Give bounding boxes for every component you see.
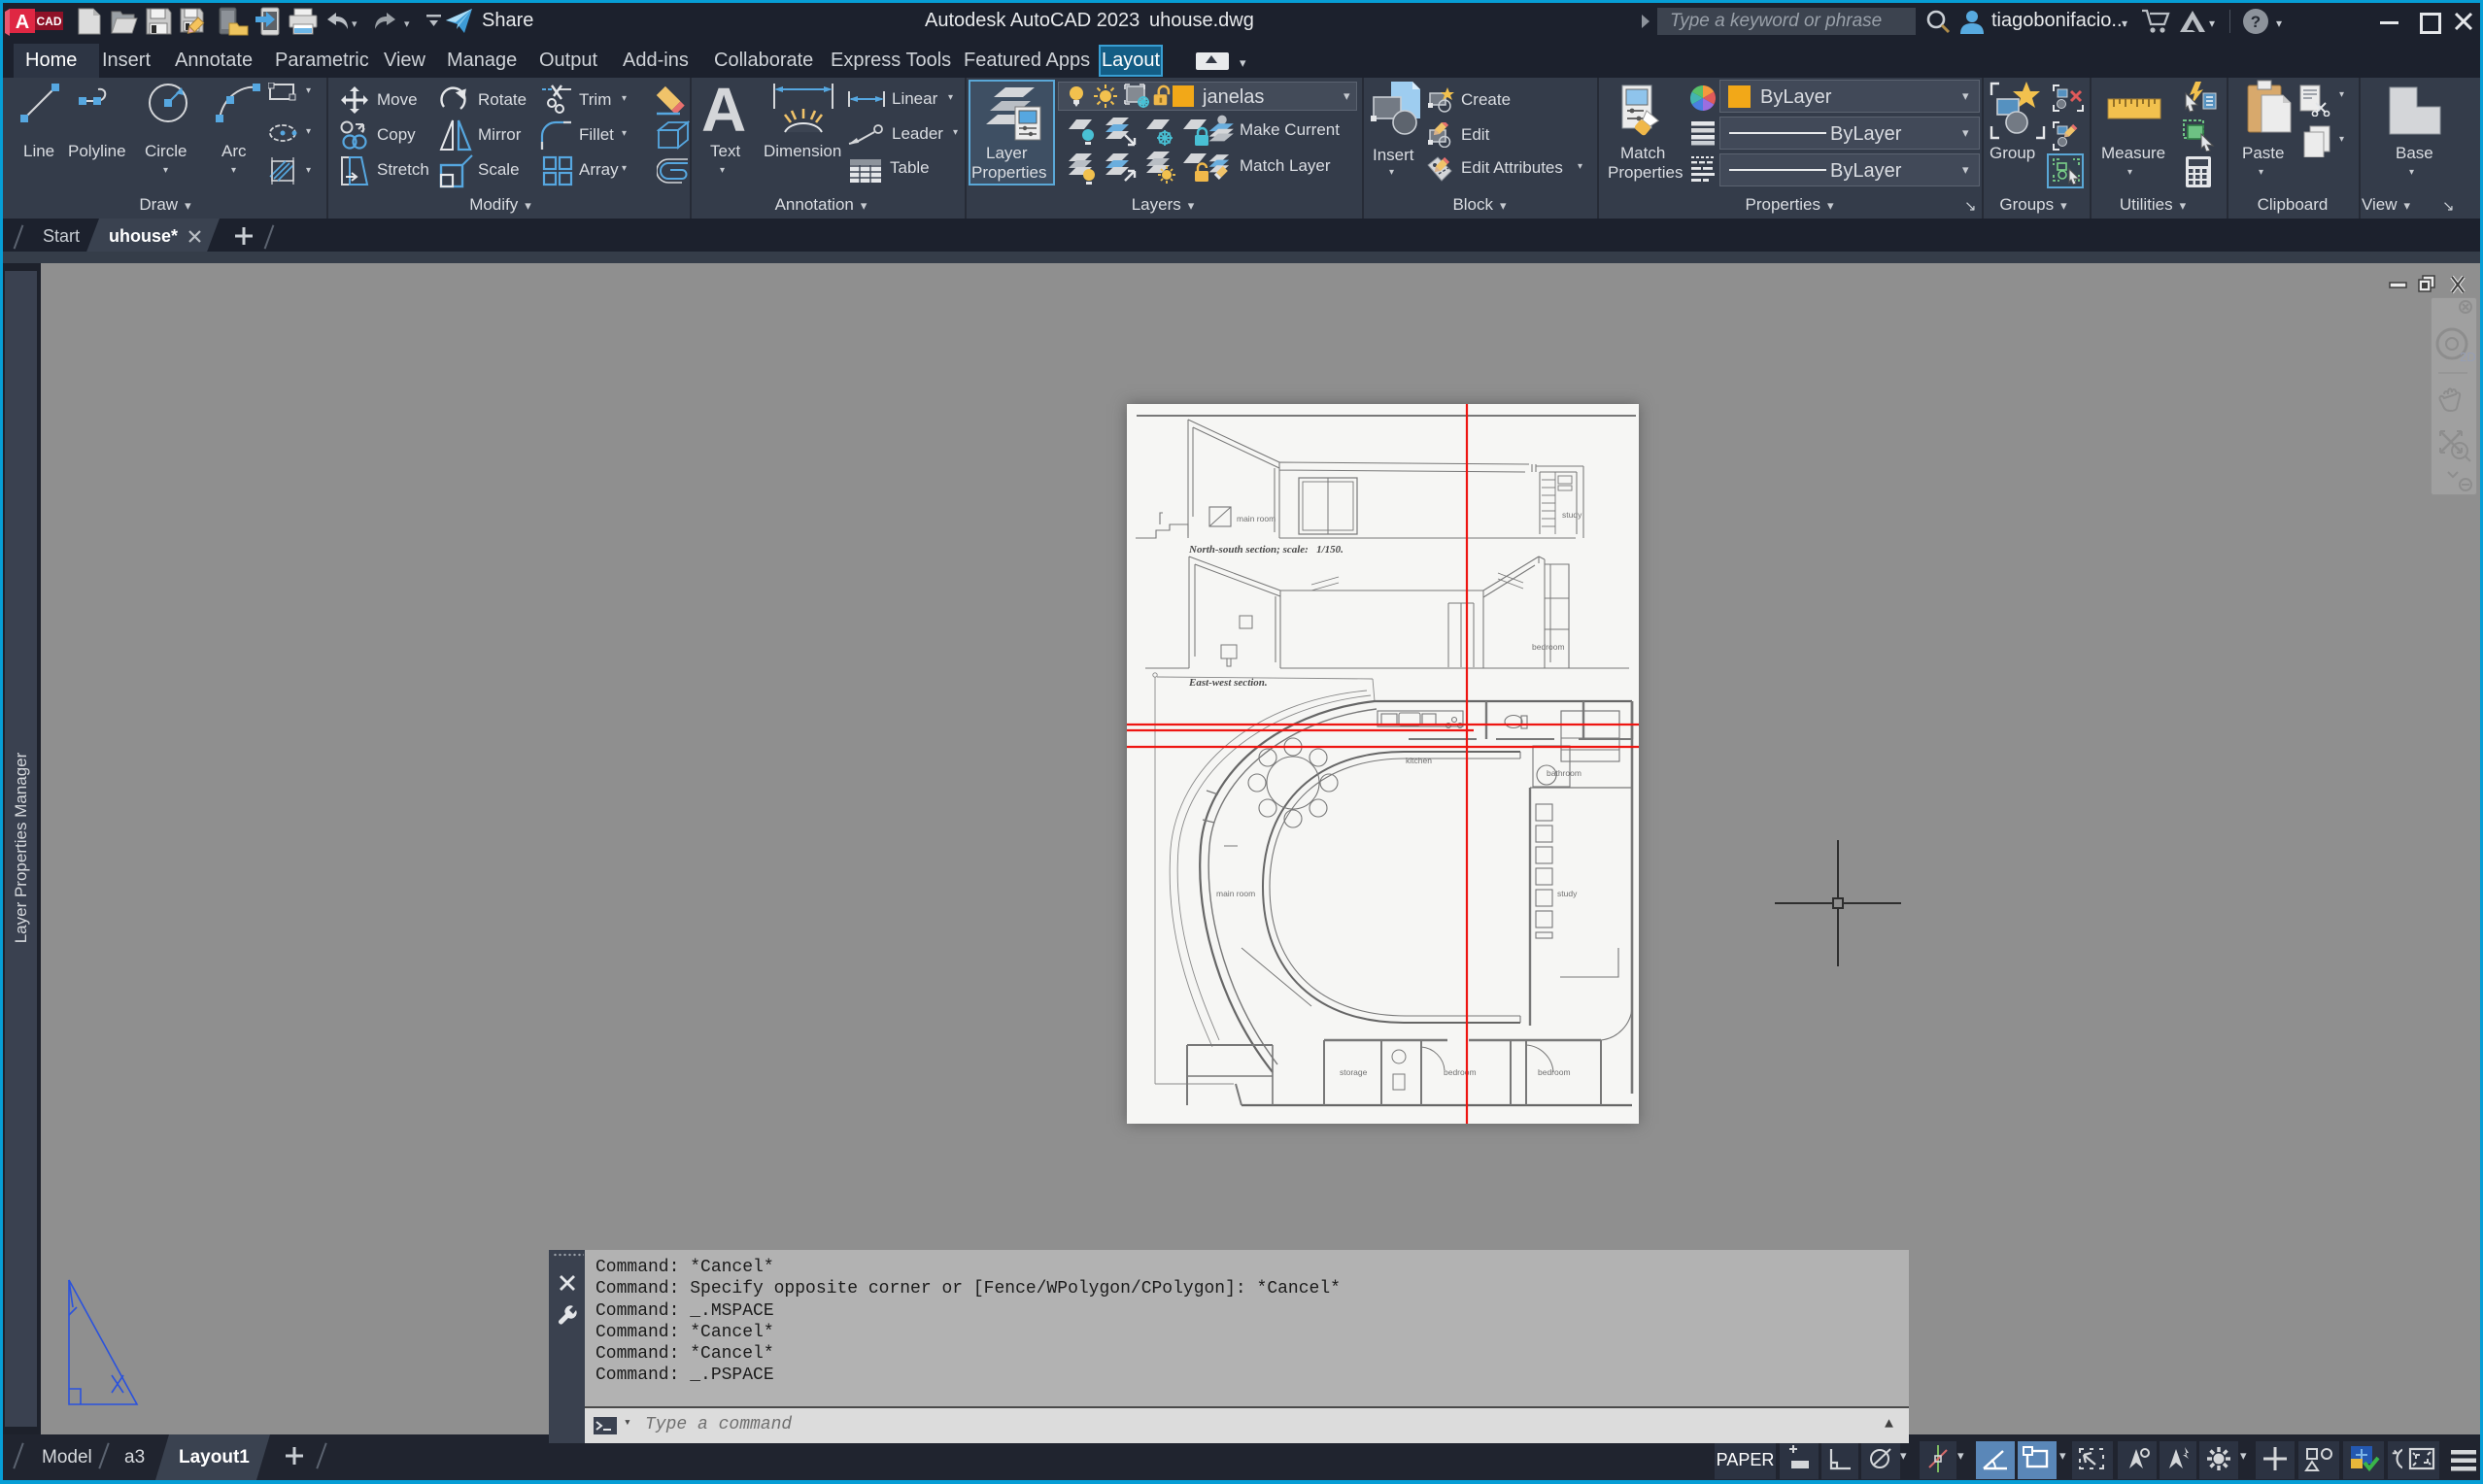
svg-text:2D: 2D <box>2460 350 2475 364</box>
svg-text:A: A <box>16 12 29 33</box>
svg-text:main room: main room <box>1216 889 1255 898</box>
svg-text:bedroom: bedroom <box>1538 1067 1571 1077</box>
svg-text:storage: storage <box>1340 1067 1368 1077</box>
svg-text:?: ? <box>2251 13 2261 31</box>
svg-text:East-west section.: East-west section. <box>1188 677 1268 689</box>
svg-text:bathroom: bathroom <box>1547 768 1582 778</box>
svg-text:bedroom: bedroom <box>1444 1067 1477 1077</box>
svg-text:bedroom: bedroom <box>1532 642 1565 652</box>
svg-text:North-south section; scale:: North-south section; scale: 1/150. <box>1188 544 1344 556</box>
svg-text:study: study <box>1557 889 1578 898</box>
svg-text:main room: main room <box>1237 514 1276 523</box>
svg-text:CAD: CAD <box>37 15 62 28</box>
svg-text:study: study <box>1562 510 1582 520</box>
svg-text:kitchen: kitchen <box>1406 756 1432 765</box>
